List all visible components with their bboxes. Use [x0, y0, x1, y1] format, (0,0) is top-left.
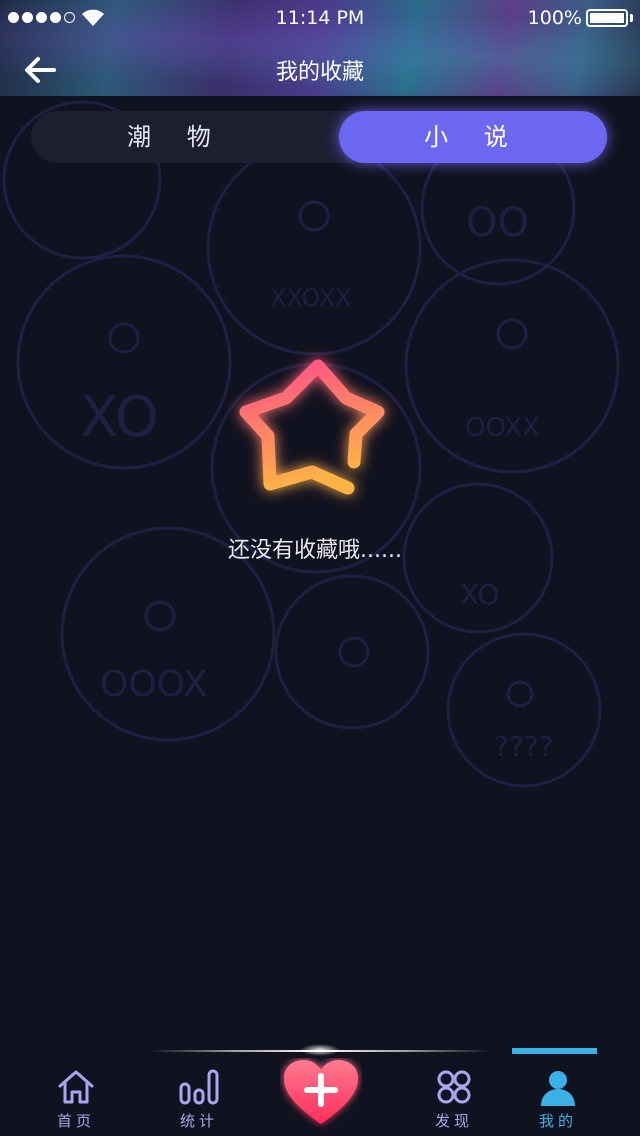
badge-text: OO — [466, 200, 529, 246]
badge-text: XO — [80, 385, 159, 450]
home-icon — [58, 1070, 94, 1104]
active-tab-indicator — [512, 1048, 597, 1054]
battery-icon — [586, 9, 628, 27]
nav-profile[interactable]: 我的 — [513, 1068, 603, 1131]
nav-discover-label: 发现 — [434, 1112, 473, 1130]
nav-home[interactable]: 首页 — [31, 1068, 121, 1131]
nav-stats[interactable]: 统计 — [154, 1068, 244, 1131]
empty-message: 还没有收藏哦...... — [228, 538, 402, 563]
badge-text: XO — [460, 578, 499, 611]
badge-text: XXOXX — [270, 284, 352, 312]
user-icon — [541, 1071, 575, 1106]
status-bar: 11:14 PM 100% — [0, 0, 640, 36]
page-title: 我的收藏 — [275, 60, 364, 85]
clover-icon — [437, 1070, 471, 1104]
heart-plus-icon[interactable] — [280, 1058, 362, 1130]
badge-text: OOOX — [100, 664, 207, 705]
tab-novel[interactable]: 小 说 — [339, 111, 607, 163]
star-icon — [239, 359, 385, 495]
tab-trend[interactable]: 潮 物 — [31, 111, 321, 163]
segment-control: 潮 物 小 说 — [31, 111, 607, 163]
nav-stats-label: 统计 — [179, 1112, 218, 1130]
nav-profile-label: 我的 — [538, 1112, 577, 1130]
badge-text: ???? — [494, 730, 553, 763]
nav-home-label: 首页 — [56, 1112, 95, 1130]
nav-discover[interactable]: 发现 — [409, 1068, 499, 1131]
badge-text: OOXX — [465, 413, 540, 443]
bar-chart-icon — [179, 1069, 219, 1105]
battery-percentage: 100% — [527, 7, 582, 29]
